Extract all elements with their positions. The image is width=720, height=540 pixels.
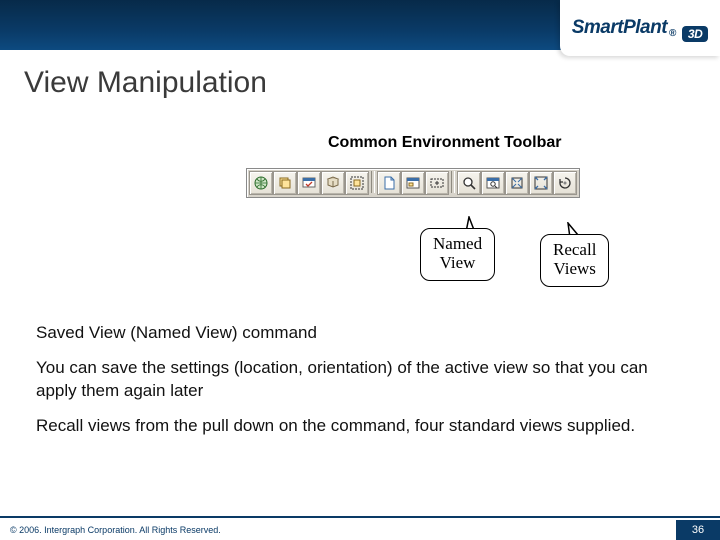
body-text: Saved View (Named View) command You can … (36, 322, 684, 450)
globe-icon[interactable] (249, 171, 273, 195)
callout-line: View (433, 254, 482, 273)
body-para: Recall views from the pull down on the c… (36, 415, 684, 438)
toolbar-caption: Common Environment Toolbar (328, 134, 561, 152)
slide-title: View Manipulation (24, 66, 267, 100)
brand-reg: ® (669, 28, 676, 39)
callout-named-view: Named View (420, 228, 495, 281)
body-para: Saved View (Named View) command (36, 322, 684, 345)
callout-line: Views (553, 260, 596, 279)
common-environment-toolbar (246, 168, 580, 198)
footer-rule (0, 516, 720, 518)
extent-icon[interactable] (529, 171, 553, 195)
copyright-text: © 2006. Intergraph Corporation. All Righ… (10, 525, 221, 535)
body-para: You can save the settings (location, ori… (36, 357, 684, 403)
page-number: 36 (676, 520, 720, 540)
pan-icon[interactable] (425, 171, 449, 195)
layers-icon[interactable] (273, 171, 297, 195)
callout-line: Named (433, 235, 482, 254)
named-view-icon[interactable] (297, 171, 321, 195)
callout-recall-views: Recall Views (540, 234, 609, 287)
toolbar-divider (371, 171, 375, 193)
zoom-in-icon[interactable] (481, 171, 505, 195)
brand-suffix: 3D (682, 26, 708, 42)
rotate-icon[interactable] (553, 171, 577, 195)
zoom-out-icon[interactable] (505, 171, 529, 195)
brand-name: SmartPlant (572, 17, 667, 39)
brand-logo: SmartPlant® 3D (560, 0, 720, 56)
fit-icon[interactable] (345, 171, 369, 195)
zoom-icon[interactable] (457, 171, 481, 195)
sheet-icon[interactable] (377, 171, 401, 195)
footer: © 2006. Intergraph Corporation. All Righ… (0, 516, 720, 540)
window-icon[interactable] (401, 171, 425, 195)
recall-views-icon[interactable] (321, 171, 345, 195)
toolbar-divider (451, 171, 455, 193)
callout-line: Recall (553, 241, 596, 260)
